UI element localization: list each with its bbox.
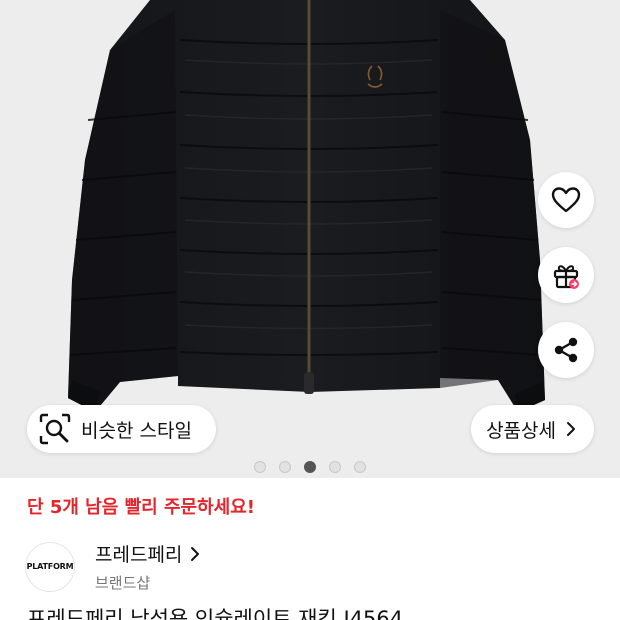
wishlist-button[interactable]	[538, 172, 594, 228]
brand-section: PLATFORM 프레드페리 브랜드샵	[25, 540, 200, 593]
carousel-dot[interactable]	[254, 461, 266, 473]
share-button[interactable]	[538, 322, 594, 378]
chevron-right-icon	[566, 421, 576, 437]
gift-icon	[553, 265, 579, 289]
image-search-icon	[37, 411, 73, 447]
chevron-right-icon	[190, 546, 200, 562]
gift-button[interactable]	[538, 247, 594, 303]
carousel-dot[interactable]	[304, 461, 316, 473]
brand-link[interactable]: 프레드페리	[95, 540, 200, 567]
carousel-dot[interactable]	[279, 461, 291, 473]
product-detail-button[interactable]: 상품상세	[471, 405, 594, 453]
heart-icon	[551, 187, 581, 213]
brand-subtitle: 브랜드샵	[95, 574, 151, 592]
similar-style-label: 비슷한 스타일	[81, 419, 192, 442]
carousel-dot[interactable]	[354, 461, 366, 473]
carousel-indicator	[0, 461, 620, 473]
product-detail-label: 상품상세	[486, 419, 556, 442]
product-image-area[interactable]: 비슷한 스타일 상품상세	[0, 0, 620, 478]
brand-logo[interactable]: PLATFORM	[25, 541, 75, 592]
stock-notice: 단 5개 남음 빨리 주문하세요!	[27, 497, 255, 518]
brand-logo-text: PLATFORM	[26, 562, 74, 571]
carousel-dot[interactable]	[329, 461, 341, 473]
share-icon	[554, 337, 578, 363]
brand-name: 프레드페리	[95, 544, 183, 566]
product-title: 프레드페리 남성용 인슐레이트 재킷 J4564	[27, 607, 404, 620]
similar-style-button[interactable]: 비슷한 스타일	[27, 405, 216, 453]
